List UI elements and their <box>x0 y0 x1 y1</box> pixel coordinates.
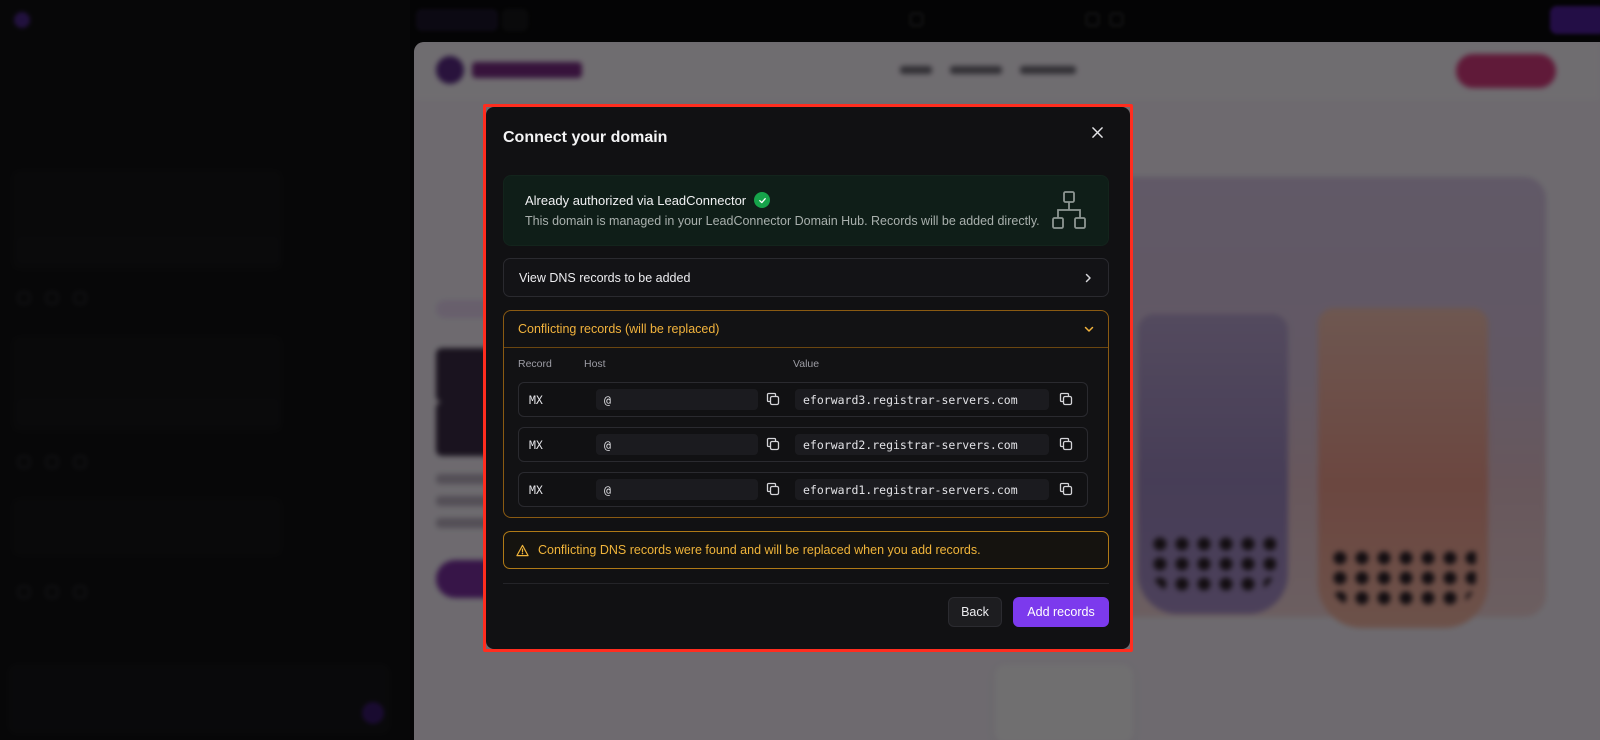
authorized-banner: Already authorized via LeadConnector Thi… <box>503 175 1109 246</box>
conflict-warning: Conflicting DNS records were found and w… <box>503 531 1109 569</box>
record-type: MX <box>529 393 543 407</box>
copy-icon <box>766 482 780 496</box>
conflict-warning-text: Conflicting DNS records were found and w… <box>538 543 981 557</box>
copy-icon <box>1059 437 1073 451</box>
view-dns-records-label: View DNS records to be added <box>519 270 691 285</box>
copy-value-button[interactable] <box>1059 437 1073 451</box>
copy-icon <box>1059 482 1073 496</box>
chevron-right-icon <box>1083 273 1093 283</box>
record-row: MX @ eforward1.registrar-servers.com <box>518 472 1088 507</box>
chevron-down-icon <box>1084 324 1094 334</box>
authorized-title-row: Already authorized via LeadConnector <box>525 192 771 208</box>
column-header-value: Value <box>793 358 820 370</box>
authorized-title: Already authorized via LeadConnector <box>525 192 747 208</box>
authorized-description: This domain is managed in your LeadConne… <box>525 214 1040 228</box>
check-icon <box>754 192 771 208</box>
column-header-record: Record <box>518 358 552 370</box>
view-dns-records-button[interactable]: View DNS records to be added <box>503 258 1109 297</box>
copy-value-button[interactable] <box>1059 392 1073 406</box>
record-value-field: eforward2.registrar-servers.com <box>795 434 1049 455</box>
close-button[interactable] <box>1086 121 1108 143</box>
copy-icon <box>766 437 780 451</box>
column-header-host: Host <box>584 358 606 370</box>
modal-title: Connect your domain <box>503 129 668 146</box>
record-value-field: eforward1.registrar-servers.com <box>795 479 1049 500</box>
record-host-field: @ <box>596 389 758 410</box>
record-row: MX @ eforward3.registrar-servers.com <box>518 382 1088 417</box>
record-type: MX <box>529 438 543 452</box>
footer-divider <box>503 583 1109 584</box>
close-icon <box>1091 126 1103 138</box>
copy-icon <box>766 392 780 406</box>
conflicting-records-panel: Conflicting records (will be replaced) R… <box>503 310 1109 518</box>
network-hierarchy-icon <box>1052 191 1086 229</box>
back-button[interactable]: Back <box>948 597 1002 627</box>
warning-triangle-icon <box>516 544 529 556</box>
conflicting-records-toggle[interactable]: Conflicting records (will be replaced) <box>504 311 1108 348</box>
record-host-field: @ <box>596 434 758 455</box>
record-value-field: eforward3.registrar-servers.com <box>795 389 1049 410</box>
record-type: MX <box>529 483 543 497</box>
copy-host-button[interactable] <box>766 437 780 451</box>
copy-host-button[interactable] <box>766 392 780 406</box>
copy-icon <box>1059 392 1073 406</box>
record-host-field: @ <box>596 479 758 500</box>
record-row: MX @ eforward2.registrar-servers.com <box>518 427 1088 462</box>
copy-value-button[interactable] <box>1059 482 1073 496</box>
connect-domain-modal: Connect your domain Already authorized v… <box>486 107 1130 649</box>
copy-host-button[interactable] <box>766 482 780 496</box>
conflicting-records-title: Conflicting records (will be replaced) <box>518 322 720 336</box>
add-records-button[interactable]: Add records <box>1013 597 1109 627</box>
